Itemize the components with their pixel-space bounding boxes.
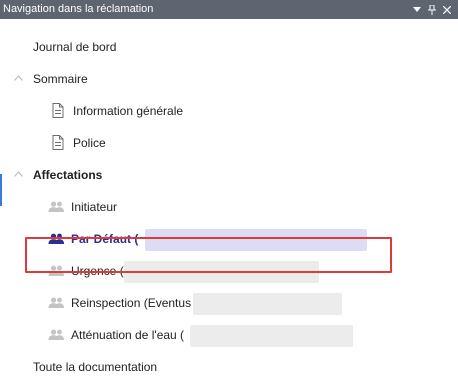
- users-icon: [48, 201, 64, 212]
- tree-item-label: Atténuation de l'eau (: [71, 328, 185, 342]
- panel-titlebar: Navigation dans la réclamation: [0, 0, 458, 19]
- tree-item-sommaire[interactable]: Sommaire: [33, 67, 88, 91]
- tree-item-label: Initiateur: [71, 200, 118, 214]
- tree-item-label: Police: [73, 136, 106, 150]
- document-icon: [52, 103, 64, 118]
- tree-item-label: Sommaire: [33, 72, 88, 86]
- chevron-up-icon[interactable]: [13, 67, 25, 91]
- document-icon: [52, 135, 64, 150]
- navigation-panel: Journal de bord Sommaire Information gén…: [0, 19, 458, 384]
- tree-item-label: Journal de bord: [33, 40, 117, 54]
- chevron-down-icon[interactable]: [411, 0, 423, 19]
- panel-title: Navigation dans la réclamation: [3, 3, 154, 15]
- redacted-text: [193, 293, 342, 315]
- tree-item-label: Reinspection (Eventus (: [71, 296, 199, 310]
- tree-item-label: Toute la documentation: [33, 360, 158, 374]
- pin-icon[interactable]: [426, 0, 438, 19]
- close-icon[interactable]: [441, 0, 453, 19]
- tree-item-journal[interactable]: Journal de bord: [33, 35, 116, 59]
- users-icon: [48, 329, 64, 340]
- highlight-box: [25, 237, 392, 273]
- tree-item-initiateur[interactable]: Initiateur: [0, 195, 300, 219]
- tree-item-police[interactable]: Police: [0, 131, 300, 155]
- users-icon: [48, 297, 64, 308]
- tree-item-label: Information générale: [73, 104, 184, 118]
- redacted-text: [190, 325, 353, 347]
- tree-item-label: Affectations: [33, 168, 103, 182]
- tree-item-affectations[interactable]: Affectations: [33, 163, 102, 187]
- tree-item-information-generale[interactable]: Information générale: [0, 99, 300, 123]
- tree-item-documentation[interactable]: Toute la documentation: [33, 355, 157, 379]
- chevron-up-icon[interactable]: [13, 163, 25, 187]
